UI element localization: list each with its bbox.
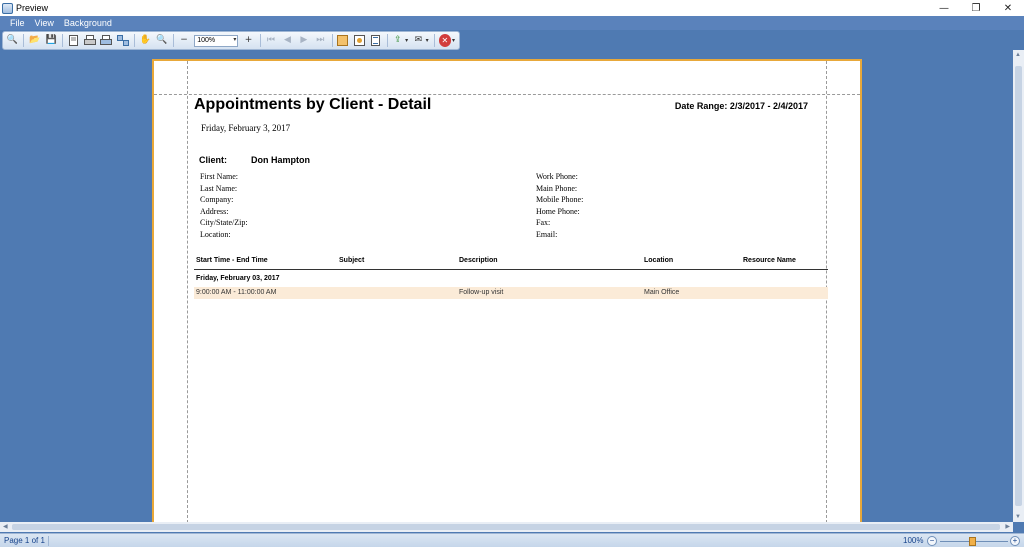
group-header: Friday, February 03, 2017 [196,275,280,282]
vertical-scroll-thumb[interactable] [1015,66,1022,506]
field-location: Location: [200,229,231,239]
menu-bar: File View Background [0,16,1024,30]
maximize-button[interactable]: ❐ [960,0,992,16]
table-row: 9:00:00 AM - 11:00:00 AM Follow-up visit… [194,287,828,299]
chevron-down-icon[interactable]: ▾ [405,37,408,44]
email-icon[interactable]: ✉ [412,34,424,47]
field-first-name: First Name: [200,172,238,181]
client-name: Don Hampton [251,155,310,165]
zoom-value: 100% [197,37,216,44]
menu-view[interactable]: View [35,18,54,28]
page-setup-icon[interactable] [67,34,79,47]
background-color-icon[interactable] [336,34,349,47]
toolbar-separator [172,34,174,47]
toolbar-separator [133,34,135,47]
previous-page-icon[interactable]: ◀ [281,34,293,47]
zoom-slider-thumb[interactable] [969,537,976,546]
scroll-up-icon[interactable]: ▲ [1015,52,1021,58]
toolbar-separator [331,34,333,47]
column-time: Start Time - End Time [196,257,268,264]
menu-background[interactable]: Background [64,18,112,28]
cell-time: 9:00:00 AM - 11:00:00 AM [196,289,277,296]
zoom-dropdown[interactable]: 100% ▾ [194,34,239,47]
scroll-right-icon[interactable]: ▶ [1005,523,1010,530]
client-fields-left: First Name: Last Name: Company: Address:… [200,171,248,241]
zoom-in-icon[interactable]: + [242,34,254,47]
column-subject: Subject [339,257,365,264]
field-fax: Fax: [536,218,551,228]
field-home-phone: Home Phone: [536,206,580,216]
last-page-icon[interactable]: ⏭ [314,34,326,47]
export-icon[interactable]: ⇪ [392,34,404,47]
field-mobile-phone: Mobile Phone: [536,195,584,205]
field-main-phone: Main Phone: [536,183,578,193]
open-icon[interactable]: 📂 [28,34,40,47]
column-resource: Resource Name [743,257,796,264]
horizontal-scrollbar[interactable]: ◀ ▶ [0,522,1013,532]
field-company: Company: [200,195,234,205]
magnifier-icon[interactable]: 🔍 [155,34,167,47]
report-date-range: Date Range: 2/3/2017 - 2/4/2017 [674,101,808,111]
toolbar-separator [259,34,261,47]
title-bar: Preview — ❐ ✕ [0,0,1024,16]
print-icon[interactable] [83,34,96,47]
quick-print-icon[interactable] [100,34,113,47]
client-label: Client: [199,155,227,165]
field-last-name: Last Name: [200,183,238,193]
close-preview-icon[interactable]: ✕ [438,34,452,47]
close-window-button[interactable]: ✕ [992,0,1024,16]
toolbar-separator [433,34,435,47]
search-icon[interactable]: 🔍 [6,34,18,47]
zoom-minus-button[interactable]: − [927,536,937,546]
table-header: Start Time - End Time Subject Descriptio… [194,257,828,270]
report-page: Appointments by Client - Detail Date Ran… [152,59,862,523]
header-footer-icon[interactable] [369,34,381,47]
scroll-left-icon[interactable]: ◀ [3,523,8,530]
hand-tool-icon[interactable]: ✋ [139,34,151,47]
multi-page-icon[interactable] [116,34,129,47]
window-title: Preview [16,3,49,13]
field-address: Address: [200,206,229,216]
minimize-button[interactable]: — [928,0,960,16]
chevron-down-icon[interactable]: ▾ [426,37,429,44]
report-title: Appointments by Client - Detail [194,96,432,113]
field-city-state-zip: City/State/Zip: [200,218,248,228]
toolbar-separator [62,34,64,47]
vertical-scrollbar[interactable]: ▲ ▼ [1013,50,1024,522]
save-icon[interactable]: 💾 [45,34,57,47]
toolbar-separator [23,34,25,47]
watermark-icon[interactable] [353,34,365,47]
report-date: Friday, February 3, 2017 [201,123,291,133]
scroll-down-icon[interactable]: ▼ [1015,514,1021,520]
first-page-icon[interactable]: ⏮ [265,34,277,47]
cell-location: Main Office [644,289,680,296]
margin-guide-left [187,61,188,523]
next-page-icon[interactable]: ▶ [298,34,310,47]
field-email: Email: [536,229,558,239]
client-fields-right: Work Phone: Main Phone: Mobile Phone: Ho… [536,171,583,241]
app-icon [2,2,13,14]
menu-file[interactable]: File [10,18,25,28]
toolbar: 🔍 📂 💾 ✋ 🔍 − 100% ▾ + ⏮ ◀ ▶ ⏭ ⇪ ▾ ✉ ▾ ✕ ▾ [2,31,460,50]
status-bar: Page 1 of 1 100% − + [0,533,1024,547]
chevron-down-icon[interactable]: ▾ [452,37,455,44]
cell-description: Follow-up visit [459,289,504,296]
horizontal-scroll-thumb[interactable] [12,524,1000,530]
zoom-out-icon[interactable]: − [178,34,190,47]
column-description: Description [459,257,498,264]
column-location: Location [644,257,674,264]
page-indicator: Page 1 of 1 [4,536,45,545]
toolbar-separator [386,34,388,47]
window-controls: — ❐ ✕ [928,0,1024,16]
field-work-phone: Work Phone: [536,172,578,181]
zoom-percentage: 100% [903,536,924,545]
status-divider [48,536,49,546]
zoom-plus-button[interactable]: + [1010,536,1020,546]
margin-guide-top [154,94,860,95]
chevron-down-icon: ▾ [233,36,237,43]
